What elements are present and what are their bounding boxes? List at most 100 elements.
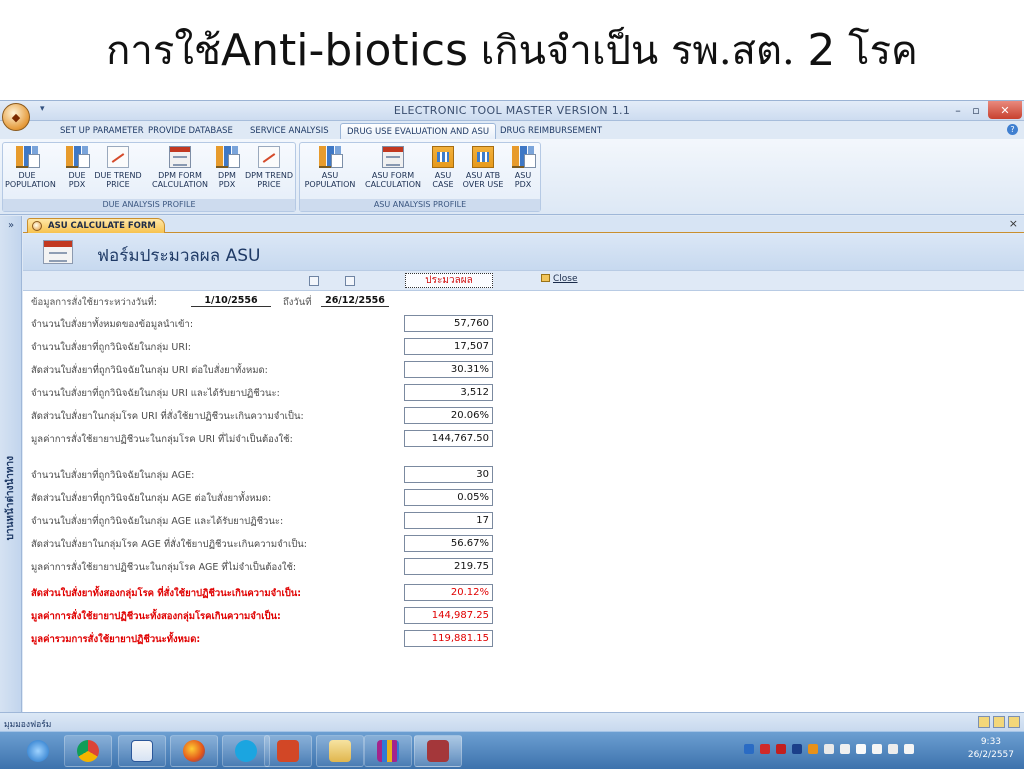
asu-form-calculation-button[interactable]: ASU FORM CALCULATION	[362, 146, 424, 189]
network-icon[interactable]	[888, 744, 898, 754]
form-header: ฟอร์มประมวลผล ASU	[23, 234, 1024, 270]
firefox-icon	[183, 740, 205, 762]
due-pdx-label-2: PDX	[68, 180, 86, 189]
window-title: ELECTRONIC TOOL MASTER VERSION 1.1	[393, 104, 631, 117]
design-view-icon[interactable]	[1008, 716, 1020, 728]
ribbon: DUE POPULATION DUE PDX DUE TREND PRICE D…	[0, 139, 1024, 215]
asu-case-label-2: CASE	[432, 180, 454, 189]
row-label: สัดส่วนใบสั่งยาในกลุ่มโรค AGE ที่สั่งใช้…	[31, 539, 307, 550]
navigation-pane: » บานหน้าต่างนำทาง	[0, 216, 22, 712]
asu-atb-overuse-button[interactable]: ASU ATB OVER USE	[460, 146, 506, 189]
tray-icon[interactable]	[776, 744, 786, 754]
command-bar: ประมวลผล Close	[23, 270, 1024, 291]
row-value-highlight: 144,987.25	[404, 607, 493, 624]
tray-icon[interactable]	[824, 744, 834, 754]
asu-group-label: ASU ANALYSIS PROFILE	[300, 199, 540, 211]
word-icon	[131, 740, 153, 762]
row-value: 0.05%	[404, 489, 493, 506]
help-icon[interactable]: ?	[1007, 124, 1018, 135]
date-from-field[interactable]: 1/10/2556	[191, 295, 271, 307]
slide-title-number: 2	[807, 24, 836, 76]
due-trend-label-2: PRICE	[106, 180, 130, 189]
dpm-trend-price-button[interactable]: DPM TREND PRICE	[243, 146, 295, 189]
ribbon-tabs: SET UP PARAMETER PROVIDE DATABASE SERVIC…	[0, 121, 1024, 139]
tray-icon[interactable]	[808, 744, 818, 754]
asu-pdx-label-1: ASU	[514, 171, 532, 180]
asu-atb-label-2: OVER USE	[462, 180, 504, 189]
winrar-taskbar-button[interactable]	[364, 735, 412, 767]
flag-icon[interactable]	[856, 744, 866, 754]
powerpoint-icon	[277, 740, 299, 762]
row-label: สัดส่วนใบสั่งยาที่ถูกวินิจฉัยในกลุ่ม URI…	[31, 365, 268, 376]
view-switcher	[978, 716, 1020, 728]
tray-icon[interactable]	[744, 744, 754, 754]
power-icon[interactable]	[872, 744, 882, 754]
minimize-button[interactable]: –	[948, 101, 968, 119]
dpm-pdx-button[interactable]: DPM PDX	[213, 146, 241, 189]
date-to-label: ถึงวันที่	[283, 297, 312, 308]
tab-drug-reimbursement[interactable]: DRUG REIMBURSEMENT	[500, 123, 602, 139]
close-document-icon[interactable]: ×	[1009, 217, 1018, 230]
tab-service-analysis[interactable]: SERVICE ANALYSIS	[250, 123, 329, 139]
firefox-taskbar-button[interactable]	[170, 735, 218, 767]
maximize-button[interactable]: ▫	[966, 101, 986, 119]
due-trend-price-button[interactable]: DUE TREND PRICE	[93, 146, 143, 189]
internet-explorer-icon	[27, 740, 49, 762]
tab-asu-calculate-form[interactable]: ASU CALCULATE FORM	[27, 218, 165, 233]
row-label: จำนวนใบสั่งยาที่ถูกวินิจฉัยในกลุ่ม AGE แ…	[31, 516, 284, 527]
chrome-icon	[77, 740, 99, 762]
ie-taskbar-button[interactable]	[14, 735, 62, 767]
row-value: 17	[404, 512, 493, 529]
dpm-form-calculation-button[interactable]: DPM FORM CALCULATION	[149, 146, 211, 189]
dpm-form-label-2: CALCULATION	[152, 180, 208, 189]
volume-icon[interactable]	[904, 744, 914, 754]
asu-pdx-button[interactable]: ASU PDX	[508, 146, 538, 189]
explorer-taskbar-button[interactable]	[316, 735, 364, 767]
due-population-button[interactable]: DUE POPULATION	[5, 146, 56, 189]
asu-form-label-1: ASU FORM	[371, 171, 415, 180]
asu-form-label-2: CALCULATION	[365, 180, 421, 189]
due-pdx-label-1: DUE	[68, 171, 86, 180]
process-button[interactable]: ประมวลผล	[405, 273, 493, 288]
row-label: จำนวนใบสั่งยาที่ถูกวินิจฉัยในกลุ่ม URI แ…	[31, 388, 280, 399]
tray-icon[interactable]	[840, 744, 850, 754]
row-label-highlight: มูลค่าการสั่งใช้ยายาปฏิชีวนะทั้งสองกลุ่ม…	[31, 611, 281, 622]
powerpoint-taskbar-button[interactable]	[264, 735, 312, 767]
skype-icon	[235, 740, 257, 762]
small-command-icon[interactable]	[309, 276, 319, 286]
asu-case-button[interactable]: ASU CASE	[428, 146, 458, 189]
date-to-field[interactable]: 26/12/2556	[321, 295, 389, 307]
slide-title-pre: การใช้	[106, 28, 221, 74]
skype-taskbar-button[interactable]	[222, 735, 270, 767]
nav-expand-icon[interactable]: »	[0, 220, 22, 231]
tab-setup-parameter[interactable]: SET UP PARAMETER	[60, 123, 144, 139]
small-command-icon[interactable]	[345, 276, 355, 286]
tray-icon[interactable]	[760, 744, 770, 754]
form-view-icon[interactable]	[978, 716, 990, 728]
chrome-taskbar-button[interactable]	[64, 735, 112, 767]
due-trend-label-1: DUE TREND	[94, 171, 142, 180]
doc-tab-label: ASU CALCULATE FORM	[48, 221, 156, 231]
nav-pane-label[interactable]: บานหน้าต่างนำทาง	[3, 456, 18, 540]
tab-provide-database[interactable]: PROVIDE DATABASE	[148, 123, 233, 139]
clock-time: 9:33	[980, 737, 1002, 747]
tab-drug-use-evaluation[interactable]: DRUG USE EVALUATION AND ASU	[340, 123, 497, 139]
date-range-label: ข้อมูลการสั่งใช้ยาระหว่างวันที่:	[31, 297, 157, 308]
asu-population-button[interactable]: ASU POPULATION	[302, 146, 358, 189]
close-window-button[interactable]: ✕	[988, 101, 1022, 119]
trend-chart-icon	[107, 146, 129, 168]
office-logo-icon: ◆	[11, 110, 21, 124]
clock[interactable]: 9:33 26/2/2557	[968, 736, 1014, 762]
bluetooth-icon[interactable]	[792, 744, 802, 754]
row-value: 30	[404, 466, 493, 483]
access-taskbar-button[interactable]	[414, 735, 462, 767]
close-form-button[interactable]: Close	[541, 274, 578, 284]
winrar-icon	[377, 740, 399, 762]
dpm-trend-label-2: PRICE	[257, 180, 281, 189]
case-chart-icon	[432, 146, 454, 168]
dpm-trend-label-1: DPM TREND	[244, 171, 294, 180]
due-pdx-button[interactable]: DUE PDX	[63, 146, 91, 189]
word-taskbar-button[interactable]	[118, 735, 166, 767]
datasheet-view-icon[interactable]	[993, 716, 1005, 728]
office-button[interactable]: ◆	[2, 103, 30, 131]
